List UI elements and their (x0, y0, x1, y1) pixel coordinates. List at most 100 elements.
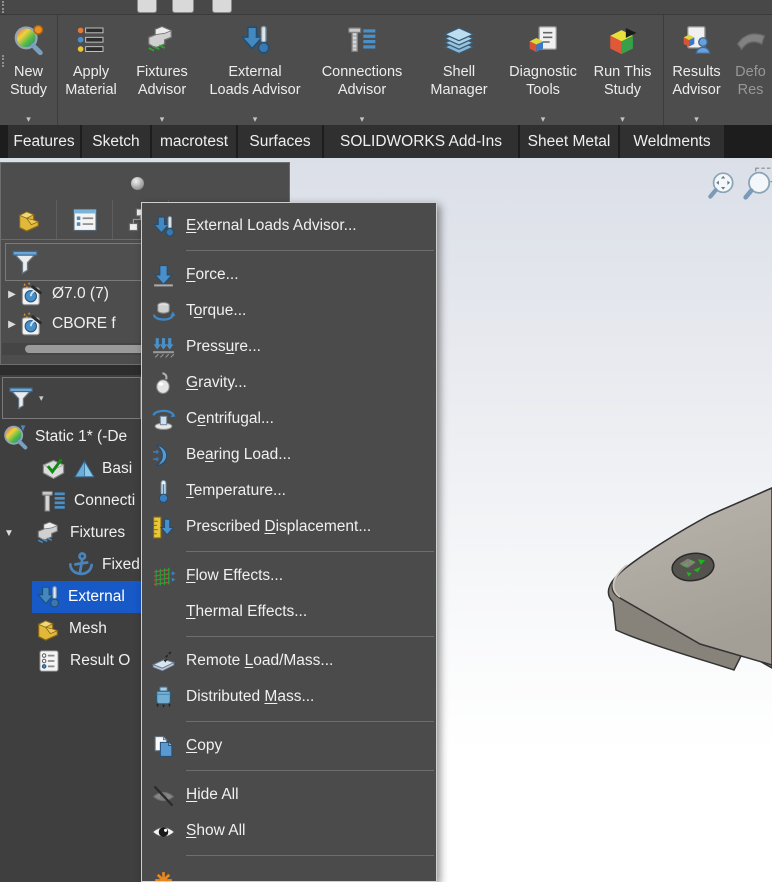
prescribed-displacement-icon (150, 514, 176, 540)
menu-item-torque[interactable]: Torque... (142, 293, 436, 329)
menu-separator (186, 250, 434, 251)
ribbon-button-new-study[interactable]: NewStudy ▾ (0, 15, 57, 125)
tree-item-fixed[interactable]: Fixed (0, 549, 141, 581)
tab-weldments[interactable]: Weldments (620, 125, 724, 158)
menu-item-temperature[interactable]: Temperature... (142, 473, 436, 509)
expand-caret-icon[interactable]: ▶ (5, 319, 19, 330)
solid-body-icon (72, 457, 97, 482)
tree-item-label: Result O (70, 652, 130, 670)
filter-dropdown-caret-icon[interactable]: ▾ (39, 393, 44, 404)
tree-item-label: Fixed (102, 556, 140, 574)
collapse-caret-icon[interactable]: ▼ (2, 528, 16, 539)
run-this-study-icon (606, 20, 640, 60)
chevron-down-icon[interactable]: ▾ (160, 114, 165, 124)
ribbon-button-diagnostic-tools[interactable]: DiagnosticTools ▾ (504, 15, 582, 125)
menu-item-gravity[interactable]: Gravity... (142, 365, 436, 401)
tree-item-mesh[interactable]: Mesh (0, 613, 141, 645)
result-options-icon (36, 648, 62, 674)
menu-item-copy[interactable]: Copy (142, 728, 436, 764)
menu-item-prescribed-displacement[interactable]: Prescribed Displacement... (142, 509, 436, 545)
titlebar-fragment (0, 0, 772, 15)
zoom-to-fit-icon[interactable] (704, 170, 738, 204)
apply-material-icon (75, 20, 107, 60)
study-filter-box[interactable]: ▾ (2, 377, 141, 419)
quick-access-icon[interactable] (212, 0, 232, 13)
connections-icon (40, 488, 67, 515)
ribbon-button-shell-manager[interactable]: ShellManager (414, 15, 504, 125)
quick-access-icon[interactable] (137, 0, 157, 13)
splitter-handle-icon[interactable] (131, 177, 144, 190)
tab-property-manager[interactable] (57, 200, 113, 239)
hide-all-icon (150, 782, 176, 808)
tree-item-part[interactable]: Basi (0, 453, 141, 485)
connections-advisor-icon (346, 20, 378, 60)
chevron-down-icon[interactable]: ▾ (694, 114, 699, 124)
chevron-down-icon[interactable]: ▾ (253, 114, 258, 124)
panel-divider (0, 365, 141, 375)
tree-item-static-study[interactable]: Static 1* (-De (0, 421, 141, 453)
tree-item-external-loads[interactable]: External (32, 581, 141, 613)
tree-item-result-options[interactable]: Result O (0, 645, 141, 677)
tab-sheet-metal[interactable]: Sheet Metal (520, 125, 618, 158)
external-loads-icon (35, 584, 61, 610)
shell-check-icon (40, 456, 67, 483)
hole-wizard-icon (19, 281, 46, 308)
distributed-mass-icon (150, 684, 176, 710)
tab-feature-manager[interactable] (1, 200, 57, 239)
pressure-icon (150, 334, 176, 360)
ribbon-button-results-advisor[interactable]: ResultsAdvisor ▾ (663, 15, 729, 125)
ribbon-button-external-loads-advisor[interactable]: ExternalLoads Advisor ▾ (200, 15, 310, 125)
part-model[interactable] (560, 458, 772, 718)
menu-item-thermal-effects[interactable]: Thermal Effects... (142, 594, 436, 630)
flow-effects-icon (150, 563, 176, 589)
ribbon-button-apply-material[interactable]: ApplyMaterial (57, 15, 124, 125)
menu-item-external-loads-advisor[interactable]: External Loads Advisor... (142, 208, 436, 244)
menu-item-flow-effects[interactable]: Flow Effects... (142, 558, 436, 594)
tab-solidworks-add-ins[interactable]: SOLIDWORKS Add-Ins (324, 125, 518, 158)
anchor-icon (66, 550, 96, 580)
menu-item-partial-bottom[interactable] (142, 862, 436, 882)
menu-item-show-all[interactable]: Show All (142, 813, 436, 849)
menu-item-distributed-mass[interactable]: Distributed Mass... (142, 679, 436, 715)
remote-load-icon (150, 648, 176, 674)
expand-caret-icon[interactable]: ▶ (5, 289, 19, 300)
mesh-icon (34, 615, 62, 643)
fixtures-advisor-icon (146, 20, 178, 60)
menu-item-pressure[interactable]: Pressure... (142, 329, 436, 365)
zoom-to-area-icon[interactable] (740, 166, 772, 204)
chevron-down-icon[interactable]: ▾ (360, 114, 365, 124)
quick-access-icon[interactable] (172, 0, 194, 13)
menu-separator (186, 855, 434, 856)
menu-separator (186, 721, 434, 722)
chevron-down-icon[interactable]: ▾ (620, 114, 625, 124)
new-study-icon (12, 20, 46, 60)
tree-item-fixtures[interactable]: ▼ Fixtures (0, 517, 141, 549)
tab-macrotest[interactable]: macrotest (152, 125, 236, 158)
tree-item-label: External (68, 588, 125, 606)
no-icon (150, 599, 176, 625)
menu-item-hide-all[interactable]: Hide All (142, 777, 436, 813)
external-loads-advisor-icon (150, 213, 176, 239)
menu-item-force[interactable]: Force... (142, 257, 436, 293)
static-study-icon (2, 423, 30, 451)
ribbon-button-connections-advisor[interactable]: ConnectionsAdvisor ▾ (310, 15, 414, 125)
tab-features[interactable]: Features (8, 125, 80, 158)
tree-item-label: Fixtures (70, 524, 125, 542)
tab-surfaces[interactable]: Surfaces (238, 125, 322, 158)
chevron-down-icon[interactable]: ▾ (26, 114, 31, 124)
tab-sketch[interactable]: Sketch (82, 125, 150, 158)
temperature-icon (150, 478, 176, 504)
menu-item-bearing-load[interactable]: Bearing Load... (142, 437, 436, 473)
ribbon-button-run-this-study[interactable]: Run ThisStudy ▾ (582, 15, 663, 125)
chevron-down-icon[interactable]: ▾ (541, 114, 546, 124)
ribbon-button-fixtures-advisor[interactable]: FixturesAdvisor ▾ (124, 15, 200, 125)
menu-item-remote-load-mass[interactable]: Remote Load/Mass... (142, 643, 436, 679)
external-loads-context-menu: External Loads Advisor... Force... Torqu… (141, 202, 437, 882)
menu-separator (186, 770, 434, 771)
toolbar-grip[interactable] (2, 1, 4, 13)
panel-splitter[interactable] (1, 163, 289, 200)
tree-item-connections[interactable]: Connecti (0, 485, 141, 517)
part-icon (15, 206, 43, 234)
hole-wizard-icon (19, 311, 46, 338)
menu-item-centrifugal[interactable]: Centrifugal... (142, 401, 436, 437)
